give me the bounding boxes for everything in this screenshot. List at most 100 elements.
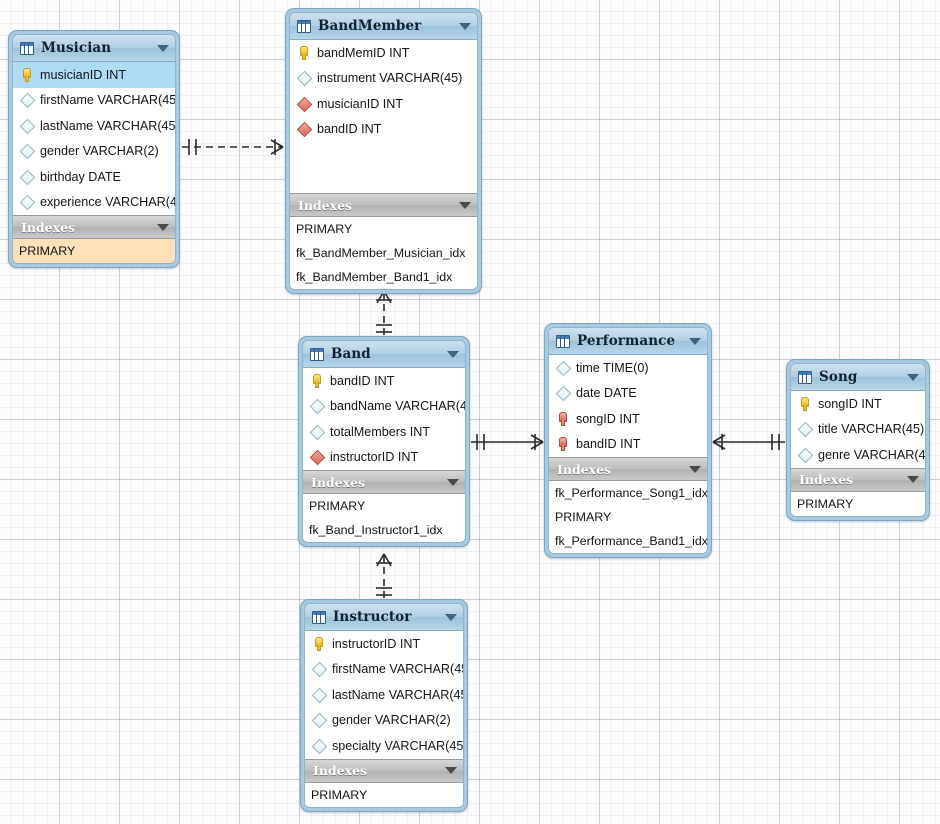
chevron-down-icon[interactable] [459, 202, 471, 209]
index-row[interactable]: PRIMARY [303, 494, 465, 518]
chevron-down-icon[interactable] [459, 23, 471, 30]
index-row[interactable]: PRIMARY [290, 217, 477, 241]
column-label: musicianID INT [317, 97, 403, 111]
table-header[interactable]: Song [791, 364, 925, 391]
column-row[interactable]: instructorID INT [305, 631, 463, 657]
chevron-down-icon[interactable] [907, 374, 919, 381]
column-row[interactable]: bandID INT [549, 432, 707, 458]
table-name: Performance [577, 333, 683, 349]
table-performance[interactable]: Performance time TIME(0)date DATEsongID I… [544, 323, 712, 558]
chevron-down-icon[interactable] [689, 338, 701, 345]
column-icon [798, 422, 813, 436]
index-list: PRIMARYfk_BandMember_Musician_idxfk_Band… [290, 217, 477, 289]
column-row[interactable]: bandMemID INT [290, 40, 477, 66]
column-row[interactable]: date DATE [549, 381, 707, 407]
column-list: time TIME(0)date DATEsongID INT bandID IN… [549, 355, 707, 457]
column-row[interactable] [290, 168, 477, 194]
index-row[interactable]: fk_Performance_Band1_idx [549, 529, 707, 553]
column-row[interactable]: gender VARCHAR(2) [305, 708, 463, 734]
table-body: Instructor instructorID INT firstName VARC… [304, 603, 464, 808]
column-row[interactable]: lastName VARCHAR(45) [13, 113, 175, 139]
column-label: title VARCHAR(45) [818, 422, 924, 436]
table-icon [297, 20, 311, 33]
column-row[interactable]: firstName VARCHAR(45) [13, 88, 175, 114]
chevron-down-icon[interactable] [157, 224, 169, 231]
indexes-header[interactable]: Indexes [305, 759, 463, 783]
chevron-down-icon[interactable] [445, 614, 457, 621]
indexes-label: Indexes [799, 472, 901, 487]
relationship-band-performance [471, 434, 543, 450]
column-row[interactable]: instrument VARCHAR(45) [290, 66, 477, 92]
indexes-header[interactable]: Indexes [290, 193, 477, 217]
column-row[interactable]: musicianID INT [13, 62, 175, 88]
index-row[interactable]: fk_BandMember_Musician_idx [290, 241, 477, 265]
table-name: Band [331, 346, 441, 362]
table-header[interactable]: Performance [549, 328, 707, 355]
index-row[interactable]: fk_Performance_Song1_idx [549, 481, 707, 505]
chevron-down-icon[interactable] [907, 476, 919, 483]
chevron-down-icon[interactable] [447, 351, 459, 358]
indexes-header[interactable]: Indexes [13, 215, 175, 239]
column-row[interactable]: experience VARCHAR(45) [13, 190, 175, 216]
indexes-label: Indexes [298, 198, 453, 213]
table-header[interactable]: Instructor [305, 604, 463, 631]
index-row[interactable]: fk_BandMember_Band1_idx [290, 265, 477, 289]
index-row[interactable]: PRIMARY [791, 492, 925, 516]
table-header[interactable]: Musician [13, 35, 175, 62]
column-icon [310, 425, 325, 439]
column-list: songID INT title VARCHAR(45) genre VARCHAR… [791, 391, 925, 468]
column-label: experience VARCHAR(45) [40, 195, 176, 209]
diagram-canvas[interactable]: Musician musicianID INT firstName VARCHAR(… [0, 0, 940, 824]
table-bandmember[interactable]: BandMemberbandMemID INT instrument VARCHA… [285, 8, 482, 294]
indexes-header[interactable]: Indexes [549, 457, 707, 481]
chevron-down-icon[interactable] [689, 466, 701, 473]
index-list: PRIMARY [13, 239, 175, 263]
table-icon [312, 611, 326, 624]
primary-key-icon [297, 46, 312, 60]
column-row[interactable]: songID INT [549, 406, 707, 432]
table-band[interactable]: Band bandID INTbandName VARCHAR(45)totalM… [298, 336, 470, 547]
chevron-down-icon[interactable] [447, 479, 459, 486]
column-row[interactable]: firstName VARCHAR(45) [305, 657, 463, 683]
column-row[interactable]: songID INT [791, 391, 925, 417]
index-row[interactable]: PRIMARY [549, 505, 707, 529]
index-list: fk_Performance_Song1_idxPRIMARYfk_Perfor… [549, 481, 707, 553]
column-row[interactable]: specialty VARCHAR(45) [305, 733, 463, 759]
chevron-down-icon[interactable] [445, 767, 457, 774]
index-row[interactable]: fk_Band_Instructor1_idx [303, 518, 465, 542]
column-row[interactable]: gender VARCHAR(2) [13, 139, 175, 165]
column-label: firstName VARCHAR(45) [332, 662, 464, 676]
column-row[interactable]: time TIME(0) [549, 355, 707, 381]
column-label: instructorID INT [330, 450, 418, 464]
indexes-header[interactable]: Indexes [303, 470, 465, 494]
column-label: instrument VARCHAR(45) [317, 71, 462, 85]
column-row[interactable]: bandID INT [290, 117, 477, 143]
column-row[interactable]: instructorID INT [303, 445, 465, 471]
index-row[interactable]: PRIMARY [13, 239, 175, 263]
table-body: Band bandID INTbandName VARCHAR(45)totalM… [302, 340, 466, 543]
column-icon [20, 195, 35, 209]
table-icon [20, 42, 34, 55]
column-row[interactable]: birthday DATE [13, 164, 175, 190]
column-row[interactable]: musicianID INT [290, 91, 477, 117]
column-row[interactable]: bandID INT [303, 368, 465, 394]
column-row[interactable]: bandName VARCHAR(45) [303, 394, 465, 420]
index-row[interactable]: PRIMARY [305, 783, 463, 807]
table-musician[interactable]: Musician musicianID INT firstName VARCHAR(… [8, 30, 180, 268]
table-name: Instructor [333, 609, 439, 625]
table-header[interactable]: Band [303, 341, 465, 368]
column-row[interactable]: title VARCHAR(45) [791, 417, 925, 443]
column-row[interactable]: lastName VARCHAR(45) [305, 682, 463, 708]
column-icon [312, 688, 327, 702]
table-instructor[interactable]: Instructor instructorID INT firstName VARC… [300, 599, 468, 812]
column-row[interactable] [290, 142, 477, 168]
chevron-down-icon[interactable] [157, 45, 169, 52]
column-label: musicianID INT [40, 68, 126, 82]
index-list: PRIMARYfk_Band_Instructor1_idx [303, 494, 465, 542]
column-row[interactable]: genre VARCHAR(45) [791, 442, 925, 468]
table-header[interactable]: BandMember [290, 13, 477, 40]
table-song[interactable]: SongsongID INT title VARCHAR(45) genre VAR… [786, 359, 930, 521]
column-label: bandID INT [576, 437, 640, 451]
indexes-header[interactable]: Indexes [791, 468, 925, 492]
column-row[interactable]: totalMembers INT [303, 419, 465, 445]
